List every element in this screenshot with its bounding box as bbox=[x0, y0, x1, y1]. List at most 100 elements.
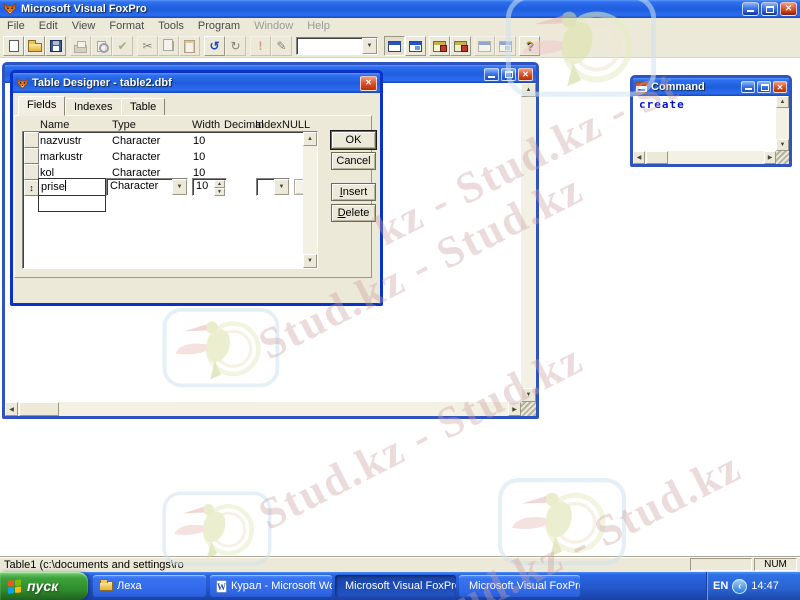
cancel-button[interactable]: Cancel bbox=[331, 152, 376, 170]
menu-program[interactable]: Program bbox=[191, 19, 247, 33]
insert-button[interactable]: Insert bbox=[331, 183, 376, 201]
scroll-down-icon[interactable]: ▼ bbox=[776, 139, 789, 151]
menu-window[interactable]: Window bbox=[247, 19, 300, 33]
report-designer-button[interactable] bbox=[495, 36, 516, 56]
scroll-right-icon[interactable]: ▶ bbox=[508, 402, 521, 416]
spinner-up-icon[interactable]: ▲ bbox=[214, 180, 225, 188]
resize-grip[interactable] bbox=[521, 402, 536, 416]
menu-tools[interactable]: Tools bbox=[151, 19, 191, 33]
field-type[interactable]: Character bbox=[112, 151, 160, 163]
start-button[interactable]: пуск bbox=[0, 572, 88, 600]
toolbar: ✔ ✂ ↺ ↻ ! ✎ ▼ ? bbox=[0, 34, 800, 58]
field-name[interactable]: nazvustr bbox=[40, 135, 82, 147]
save-button[interactable] bbox=[45, 36, 66, 56]
tab-fields[interactable]: Fields bbox=[18, 96, 66, 116]
restore-button[interactable] bbox=[761, 2, 778, 16]
field-width-spinner[interactable]: 10 ▲ ▼ bbox=[192, 178, 227, 196]
database-combobox[interactable]: ▼ bbox=[296, 37, 378, 55]
cmd-minimize-button[interactable] bbox=[741, 81, 755, 93]
command-window-title: Command bbox=[651, 81, 705, 93]
command-window-toggle-button[interactable] bbox=[384, 36, 405, 56]
column-header-null: NULL bbox=[282, 119, 311, 131]
combobox-dropdown-icon[interactable]: ▼ bbox=[362, 38, 377, 54]
table-designer-button[interactable] bbox=[450, 36, 471, 56]
form-designer-icon bbox=[478, 40, 491, 52]
data-session-button[interactable] bbox=[405, 36, 426, 56]
undo-button[interactable]: ↺ bbox=[204, 36, 225, 56]
cmd-close-button[interactable]: ✕ bbox=[773, 81, 787, 93]
copy-button[interactable] bbox=[158, 36, 179, 56]
doc-hscroll-thumb[interactable] bbox=[19, 402, 59, 416]
doc-maximize-button[interactable] bbox=[501, 67, 516, 81]
print-button[interactable] bbox=[70, 36, 91, 56]
language-bar-icon[interactable]: ‹ bbox=[732, 578, 748, 594]
print-preview-button[interactable] bbox=[91, 36, 112, 56]
fields-grid[interactable]: ↕ nazvustr Character 10 markustr Charact… bbox=[22, 131, 318, 269]
menu-edit[interactable]: Edit bbox=[32, 19, 65, 33]
doc-close-button[interactable]: ✕ bbox=[518, 67, 533, 81]
scroll-left-icon[interactable]: ◀ bbox=[5, 402, 18, 416]
command-input-area[interactable]: create bbox=[633, 96, 776, 151]
row-selector-active[interactable]: ↕ bbox=[24, 180, 39, 196]
open-button[interactable] bbox=[24, 36, 45, 56]
print-icon bbox=[74, 40, 87, 53]
language-indicator[interactable]: EN bbox=[713, 580, 728, 592]
run-button[interactable]: ! bbox=[250, 36, 271, 56]
index-dropdown-icon[interactable]: ▼ bbox=[274, 179, 289, 195]
doc-minimize-button[interactable] bbox=[484, 67, 499, 81]
cmd-vertical-scrollbar[interactable]: ▲ ▼ bbox=[776, 96, 789, 151]
taskbar-button-foxpro[interactable]: Microsoft Visual FoxPro bbox=[459, 575, 580, 597]
scroll-left-icon[interactable]: ◀ bbox=[633, 151, 645, 164]
menu-file[interactable]: File bbox=[0, 19, 32, 33]
taskbar-button-folder[interactable]: Леха bbox=[93, 575, 206, 597]
scroll-right-icon[interactable]: ▶ bbox=[764, 151, 776, 164]
scroll-up-icon[interactable]: ▲ bbox=[776, 96, 789, 108]
paste-icon bbox=[184, 39, 195, 53]
new-file-button[interactable] bbox=[3, 36, 24, 56]
tab-table[interactable]: Table bbox=[121, 98, 166, 116]
cmd-hscroll-thumb[interactable] bbox=[646, 151, 668, 164]
type-dropdown-icon[interactable]: ▼ bbox=[172, 179, 187, 195]
modify-button[interactable]: ✎ bbox=[271, 36, 292, 56]
row-selector[interactable] bbox=[24, 164, 39, 180]
menu-view[interactable]: View bbox=[65, 19, 103, 33]
taskbar-button-word[interactable]: W Курал - Microsoft Word bbox=[210, 575, 332, 597]
field-index-combobox[interactable]: ▼ bbox=[256, 178, 290, 196]
scroll-down-icon[interactable]: ▼ bbox=[521, 388, 536, 402]
close-button[interactable]: ✕ bbox=[780, 2, 797, 16]
next-field-name-input[interactable] bbox=[38, 195, 106, 212]
doc-vertical-scrollbar[interactable]: ▲ ▼ bbox=[521, 83, 536, 402]
resize-grip[interactable] bbox=[776, 151, 789, 164]
cmd-maximize-button[interactable] bbox=[757, 81, 771, 93]
cmd-horizontal-scrollbar[interactable]: ◀ ▶ bbox=[633, 151, 776, 164]
row-selector[interactable] bbox=[24, 148, 39, 164]
field-name[interactable]: markustr bbox=[40, 151, 83, 163]
menu-format[interactable]: Format bbox=[102, 19, 151, 33]
field-type-combobox[interactable]: Character ▼ bbox=[106, 178, 188, 196]
delete-button[interactable]: Delete bbox=[331, 204, 376, 222]
doc-horizontal-scrollbar[interactable]: ◀ ▶ bbox=[5, 402, 521, 416]
redo-button[interactable]: ↻ bbox=[225, 36, 246, 56]
row-selector[interactable] bbox=[24, 132, 39, 148]
database-designer-button[interactable] bbox=[429, 36, 450, 56]
spinner-down-icon[interactable]: ▼ bbox=[214, 188, 225, 196]
scroll-up-icon[interactable]: ▲ bbox=[521, 83, 536, 97]
tab-indexes[interactable]: Indexes bbox=[65, 98, 122, 116]
cut-button[interactable]: ✂ bbox=[137, 36, 158, 56]
field-width[interactable]: 10 bbox=[193, 151, 205, 163]
scroll-up-icon[interactable]: ▲ bbox=[303, 132, 317, 146]
field-name-input[interactable]: prise bbox=[38, 178, 106, 196]
spelling-button[interactable]: ✔ bbox=[112, 36, 133, 56]
minimize-button[interactable] bbox=[742, 2, 759, 16]
taskbar-button-foxpro-active[interactable]: Microsoft Visual FoxPro bbox=[335, 575, 456, 597]
field-type[interactable]: Character bbox=[112, 135, 160, 147]
ok-button[interactable]: OK bbox=[330, 130, 377, 150]
dialog-close-button[interactable]: ✕ bbox=[360, 75, 377, 91]
field-width[interactable]: 10 bbox=[193, 135, 205, 147]
scroll-down-icon[interactable]: ▼ bbox=[303, 254, 317, 268]
menu-help[interactable]: Help bbox=[300, 19, 337, 33]
form-designer-button[interactable] bbox=[474, 36, 495, 56]
grid-vertical-scrollbar[interactable]: ▲ ▼ bbox=[303, 132, 317, 268]
help-button[interactable]: ? bbox=[519, 36, 540, 56]
paste-button[interactable] bbox=[179, 36, 200, 56]
